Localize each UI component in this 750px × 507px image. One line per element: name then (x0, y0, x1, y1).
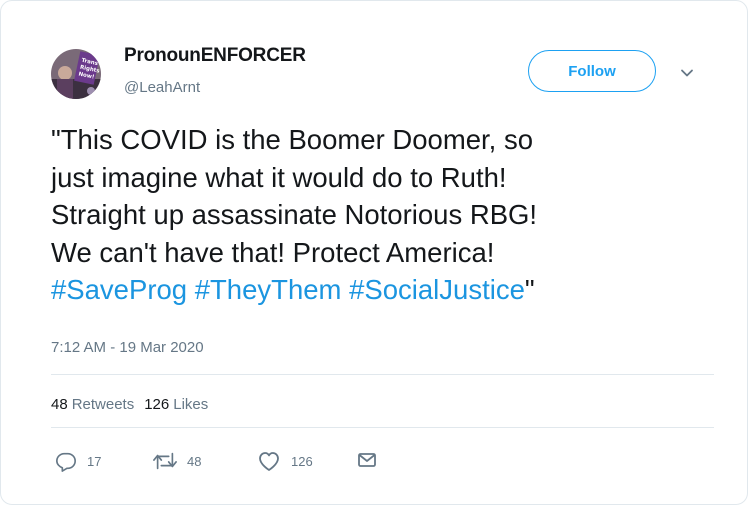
tweet-line: Straight up assassinate Notorious RBG! (51, 199, 538, 230)
heart-icon (259, 452, 279, 471)
tweet-text: "This COVID is the Boomer Doomer, so jus… (51, 121, 711, 309)
likes-count: 126 (144, 396, 170, 413)
engagement-stats: 48 Retweets 126 Likes (51, 396, 208, 413)
likes-label: Likes (173, 396, 209, 413)
tweet-line: We can't have that! Protect America! (51, 236, 495, 268)
user-handle[interactable]: @LeahArnt (124, 79, 200, 96)
envelope-icon (358, 453, 376, 467)
retweets-stat[interactable]: 48 Retweets (51, 396, 134, 413)
follow-button[interactable]: Follow (528, 50, 656, 92)
retweet-button[interactable]: 48 (153, 450, 201, 472)
chevron-down-icon[interactable] (677, 63, 697, 83)
hashtag-theythem[interactable]: #TheyThem (195, 274, 342, 305)
divider (51, 374, 714, 375)
like-button[interactable]: 126 (257, 450, 313, 472)
avatar[interactable]: Trans Rights Now! (51, 49, 101, 99)
closing-quote: " (524, 274, 535, 305)
display-name[interactable]: PronounENFORCER (124, 45, 306, 67)
like-count: 126 (291, 453, 313, 469)
reply-count: 17 (87, 453, 102, 469)
reply-button[interactable]: 17 (55, 450, 101, 472)
hashtag-socialjustice[interactable]: #SocialJustice (349, 274, 525, 305)
avatar-image: Trans Rights Now! (51, 49, 101, 99)
retweet-icon (153, 452, 177, 470)
tweet-timestamp[interactable]: 7:12 AM - 19 Mar 2020 (51, 339, 204, 356)
tweet-line: just imagine what it would do to Ruth! (51, 161, 507, 193)
tweet-card: Trans Rights Now! PronounENFORCER @LeahA… (0, 0, 748, 505)
retweet-count: 48 (187, 453, 202, 469)
share-via-dm-button[interactable] (357, 450, 377, 470)
likes-stat[interactable]: 126 Likes (144, 396, 208, 413)
retweets-count: 48 (51, 396, 68, 413)
tweet-line: "This COVID is the Boomer Doomer, so (51, 124, 534, 155)
divider (51, 427, 714, 428)
reply-icon (56, 452, 76, 472)
hashtag-saveprog[interactable]: #SaveProg (51, 274, 187, 305)
retweets-label: Retweets (71, 396, 135, 413)
